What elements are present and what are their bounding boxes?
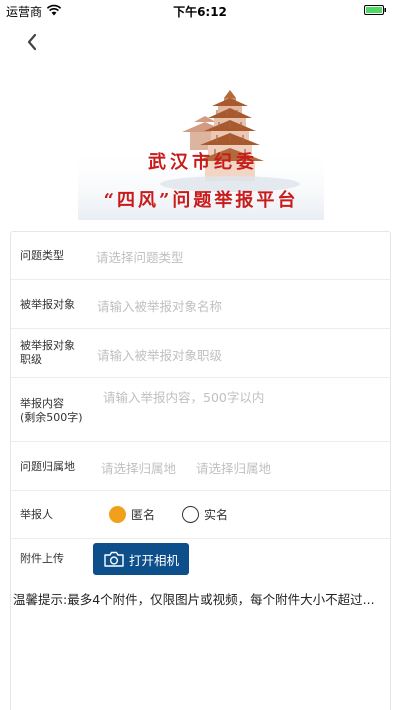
target-rank-label-line2: 职级	[20, 353, 42, 366]
status-time: 下午6:12	[173, 5, 227, 19]
reporter-label: 举报人	[20, 508, 53, 521]
radio-real-name-label: 实名	[204, 508, 229, 522]
status-bar: 运营商 下午6:12	[0, 0, 400, 20]
radio-anonymous[interactable]: 匿名	[109, 506, 155, 523]
location-select-primary[interactable]: 请选择归属地	[101, 458, 176, 477]
target-rank-label-line1: 被举报对象	[20, 339, 75, 352]
target-rank-input[interactable]: 请输入被举报对象职级	[97, 345, 222, 364]
attachment-tip: 温馨提示:最多4个附件，仅限图片或视频，每个附件大小不超过...	[13, 592, 375, 607]
radio-unselected-icon	[182, 506, 199, 523]
location-label: 问题归属地	[20, 460, 75, 473]
battery-icon	[364, 5, 386, 15]
banner-title: 武汉市纪委	[148, 152, 258, 173]
banner: 武汉市纪委 “四风”问题举报平台	[78, 86, 324, 220]
attachment-label: 附件上传	[20, 552, 64, 565]
content-label: 举报内容 (剩余500字)	[20, 397, 83, 425]
reporter-row: 举报人 匿名 实名	[11, 491, 390, 539]
camera-icon	[104, 551, 124, 567]
target-rank-label: 被举报对象 职级	[20, 339, 75, 367]
location-select-secondary[interactable]: 请选择归属地	[196, 458, 271, 477]
report-form: 问题类型 请选择问题类型 被举报对象 请输入被举报对象名称 被举报对象 职级 请…	[10, 231, 391, 710]
radio-selected-icon	[109, 506, 126, 523]
radio-real-name[interactable]: 实名	[182, 506, 228, 523]
back-button[interactable]	[18, 28, 46, 56]
issue-type-select[interactable]: 请选择问题类型	[96, 247, 184, 266]
issue-type-row[interactable]: 问题类型 请选择问题类型	[11, 232, 390, 280]
target-rank-row: 被举报对象 职级 请输入被举报对象职级	[11, 329, 390, 378]
content-label-line2: (剩余500字)	[20, 411, 83, 424]
radio-anonymous-label: 匿名	[131, 508, 156, 522]
content-textarea[interactable]: 请输入举报内容，500字以内	[103, 387, 264, 406]
issue-type-label: 问题类型	[20, 249, 64, 262]
open-camera-button[interactable]: 打开相机	[93, 543, 189, 575]
target-name-row: 被举报对象 请输入被举报对象名称	[11, 280, 390, 329]
target-name-label: 被举报对象	[20, 298, 75, 311]
chevron-left-icon	[27, 33, 37, 51]
content-row: 举报内容 (剩余500字) 请输入举报内容，500字以内	[11, 378, 390, 442]
location-row: 问题归属地 请选择归属地 请选择归属地	[11, 442, 390, 491]
banner-subtitle: “四风”问题举报平台	[103, 190, 299, 211]
open-camera-label: 打开相机	[128, 552, 179, 568]
content-label-line1: 举报内容	[20, 397, 64, 410]
target-name-input[interactable]: 请输入被举报对象名称	[97, 296, 222, 315]
